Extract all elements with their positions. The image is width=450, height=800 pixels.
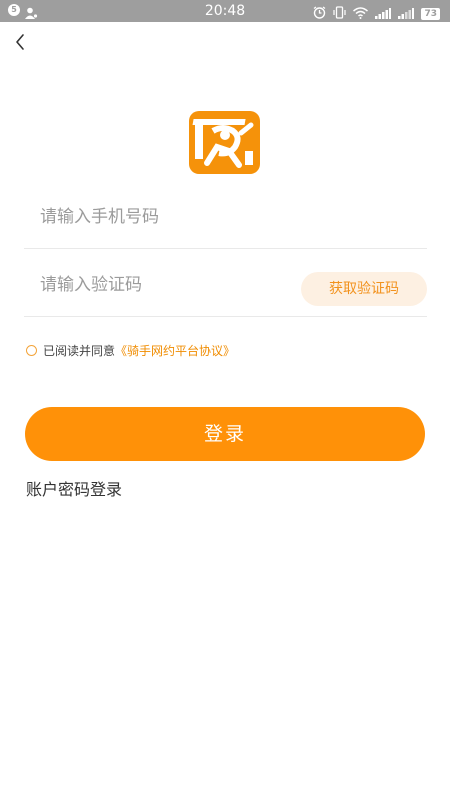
vibrate-icon (333, 4, 347, 23)
signal-icon-2 (398, 4, 415, 23)
agreement-checkbox[interactable] (26, 345, 37, 356)
app-logo-icon (189, 111, 260, 174)
back-button[interactable] (10, 30, 34, 54)
battery-level: 73 (421, 7, 440, 20)
alarm-icon (313, 4, 326, 23)
agreement-link[interactable]: 《骑手网约平台协议》 (115, 342, 235, 359)
agreement-text: 已阅读并同意 (43, 344, 116, 358)
status-bar: 5 20:48 73 (0, 0, 450, 22)
verification-code-input[interactable] (40, 270, 300, 300)
password-login-link[interactable]: 账户密码登录 (26, 476, 122, 500)
signal-icon (375, 4, 392, 23)
agreement-row: 已阅读并同意 《骑手网约平台协议》 (26, 342, 235, 359)
verification-code-field: 获取验证码 (24, 252, 427, 317)
status-bar-right: 73 (313, 4, 440, 23)
back-arrow-icon (16, 34, 24, 50)
get-code-button[interactable]: 获取验证码 (301, 272, 427, 306)
login-button[interactable]: 登录 (25, 407, 425, 461)
phone-input[interactable] (40, 202, 300, 232)
phone-field (24, 184, 427, 249)
wifi-icon (353, 4, 369, 23)
